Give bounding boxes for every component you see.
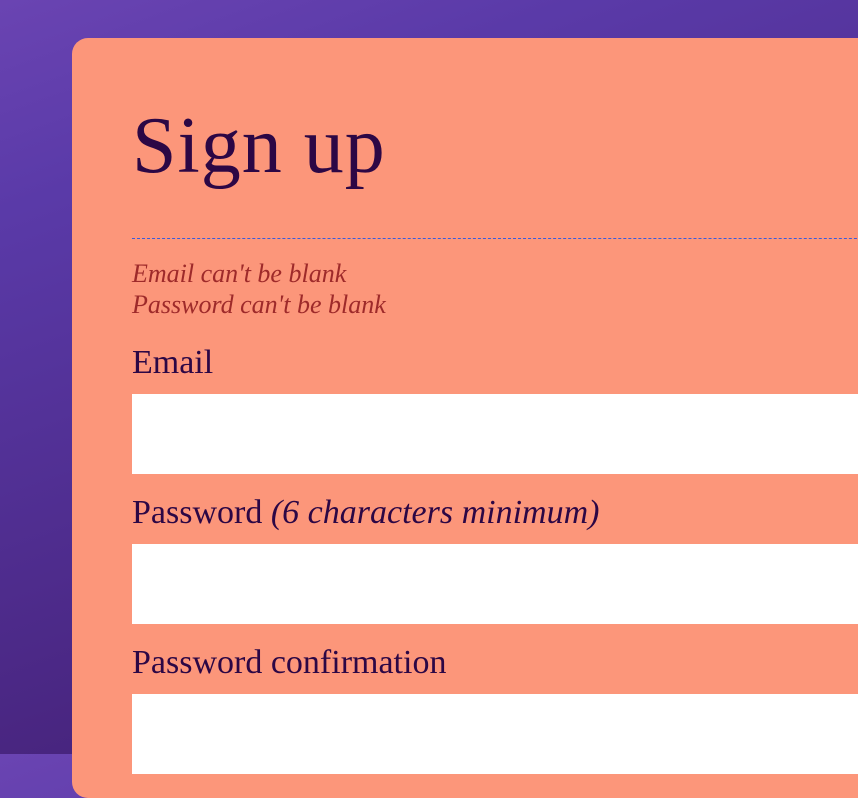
- error-messages: Email can't be blank Password can't be b…: [132, 258, 386, 320]
- email-label: Email: [132, 344, 214, 381]
- password-label-text: Password: [132, 494, 263, 531]
- page-title: Sign up: [132, 102, 386, 190]
- error-password: Password can't be blank: [132, 290, 386, 319]
- email-field[interactable]: [132, 394, 858, 474]
- password-confirmation-label: Password confirmation: [132, 644, 447, 681]
- signup-card: Sign up Email can't be blank Password ca…: [72, 38, 858, 798]
- title-divider: [132, 238, 858, 239]
- password-hint: (6 characters minimum): [270, 494, 600, 531]
- error-email: Email can't be blank: [132, 259, 347, 288]
- password-label: Password (6 characters minimum): [132, 494, 599, 532]
- password-field[interactable]: [132, 544, 858, 624]
- password-confirmation-field[interactable]: [132, 694, 858, 774]
